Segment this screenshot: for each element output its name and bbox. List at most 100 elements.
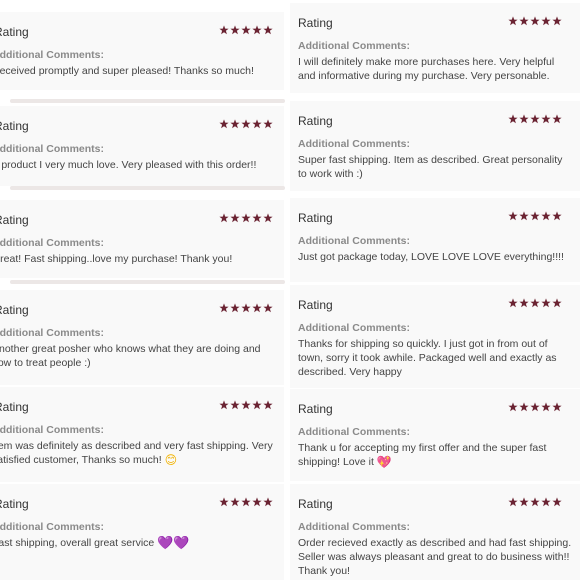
comments-label: Additional Comments:	[298, 521, 410, 533]
comments-label: Additional Comments:	[0, 237, 104, 249]
star-icon	[508, 497, 518, 507]
comments-label: Additional Comments:	[0, 521, 104, 533]
star-icon	[263, 213, 273, 223]
star-icon	[552, 497, 562, 507]
star-icon	[252, 400, 262, 410]
star-icon	[219, 213, 229, 223]
sparkling-heart-icon: 💖	[376, 455, 392, 469]
rating-title: Rating	[0, 400, 29, 414]
star-rating	[219, 497, 273, 507]
star-icon	[519, 114, 529, 124]
review-card: Rating Additional Comments: Order reciev…	[290, 484, 580, 580]
comments-label: Additional Comments:	[298, 138, 410, 150]
star-icon	[252, 119, 262, 129]
review-comment: Just got package today, LOVE LOVE LOVE e…	[298, 251, 564, 263]
rating-title: Rating	[298, 114, 333, 128]
star-icon	[241, 303, 251, 313]
rating-title: Rating	[298, 16, 333, 30]
star-icon	[530, 211, 540, 221]
star-icon	[552, 402, 562, 412]
star-icon	[241, 119, 251, 129]
rating-title: Rating	[298, 211, 333, 225]
star-icon	[263, 25, 273, 35]
review-card: Rating Additional Comments: Great! Fast …	[0, 200, 284, 278]
review-card: Rating Additional Comments: Received pro…	[0, 12, 284, 90]
star-icon	[252, 213, 262, 223]
star-icon	[519, 402, 529, 412]
star-icon	[530, 298, 540, 308]
star-rating	[219, 213, 273, 223]
star-icon	[552, 16, 562, 26]
smile-emoji-icon: 😊	[164, 453, 178, 467]
star-icon	[230, 119, 240, 129]
star-icon	[241, 497, 251, 507]
star-icon	[541, 114, 551, 124]
comments-label: Additional Comments:	[0, 327, 104, 339]
star-icon	[263, 119, 273, 129]
star-icon	[230, 25, 240, 35]
review-comment: A product I very much love. Very pleased…	[0, 159, 257, 171]
star-icon	[219, 497, 229, 507]
star-icon	[219, 303, 229, 313]
review-card: Rating Additional Comments: I will defin…	[290, 3, 580, 93]
review-card: Rating Additional Comments: Just got pac…	[290, 198, 580, 282]
star-icon	[219, 25, 229, 35]
star-rating	[219, 400, 273, 410]
review-comment: Item was definitely as described and ver…	[0, 440, 273, 467]
star-icon	[519, 298, 529, 308]
star-icon	[241, 25, 251, 35]
review-card: Rating Additional Comments: Thank u for …	[290, 389, 580, 481]
star-icon	[263, 497, 273, 507]
star-icon	[519, 497, 529, 507]
star-icon	[530, 114, 540, 124]
star-rating	[219, 303, 273, 313]
comments-label: Additional Comments:	[298, 426, 410, 438]
divider	[10, 99, 285, 103]
star-icon	[530, 16, 540, 26]
star-icon	[219, 119, 229, 129]
star-icon	[263, 303, 273, 313]
review-comment: Received promptly and super pleased! Tha…	[0, 65, 254, 77]
star-icon	[508, 16, 518, 26]
rating-title: Rating	[0, 119, 29, 133]
star-icon	[530, 402, 540, 412]
review-card: Rating Additional Comments: Thanks for s…	[290, 285, 580, 388]
rating-title: Rating	[298, 298, 333, 312]
rating-title: Rating	[0, 497, 29, 511]
star-icon	[541, 211, 551, 221]
comments-label: Additional Comments:	[298, 235, 410, 247]
rating-title: Rating	[0, 213, 29, 227]
star-icon	[230, 213, 240, 223]
star-rating	[508, 114, 562, 124]
star-icon	[530, 497, 540, 507]
divider	[10, 280, 285, 284]
star-icon	[552, 114, 562, 124]
star-icon	[263, 400, 273, 410]
star-icon	[541, 497, 551, 507]
review-card: Rating Additional Comments: Another grea…	[0, 290, 284, 385]
review-comment: Thanks for shipping so quickly. I just g…	[298, 338, 557, 378]
star-icon	[541, 298, 551, 308]
star-icon	[552, 298, 562, 308]
star-icon	[508, 114, 518, 124]
rating-title: Rating	[0, 303, 29, 317]
star-rating	[508, 16, 562, 26]
review-comment: Order recieved exactly as described and …	[298, 537, 572, 577]
review-comment: Another great posher who knows what they…	[0, 343, 261, 369]
star-icon	[541, 16, 551, 26]
review-card: Rating Additional Comments: A product I …	[0, 106, 284, 186]
star-icon	[230, 400, 240, 410]
purple-heart-icon: 💜💜	[157, 535, 190, 550]
review-card: Rating Additional Comments: Fast shippin…	[0, 484, 284, 580]
star-icon	[519, 211, 529, 221]
star-icon	[508, 298, 518, 308]
star-icon	[241, 213, 251, 223]
comments-label: Additional Comments:	[0, 49, 104, 61]
review-comment: Super fast shipping. Item as described. …	[298, 154, 563, 180]
star-rating	[508, 211, 562, 221]
star-rating	[219, 119, 273, 129]
review-comment: Thank u for accepting my first offer and…	[298, 442, 547, 469]
star-icon	[252, 25, 262, 35]
star-icon	[552, 211, 562, 221]
divider	[10, 186, 285, 190]
